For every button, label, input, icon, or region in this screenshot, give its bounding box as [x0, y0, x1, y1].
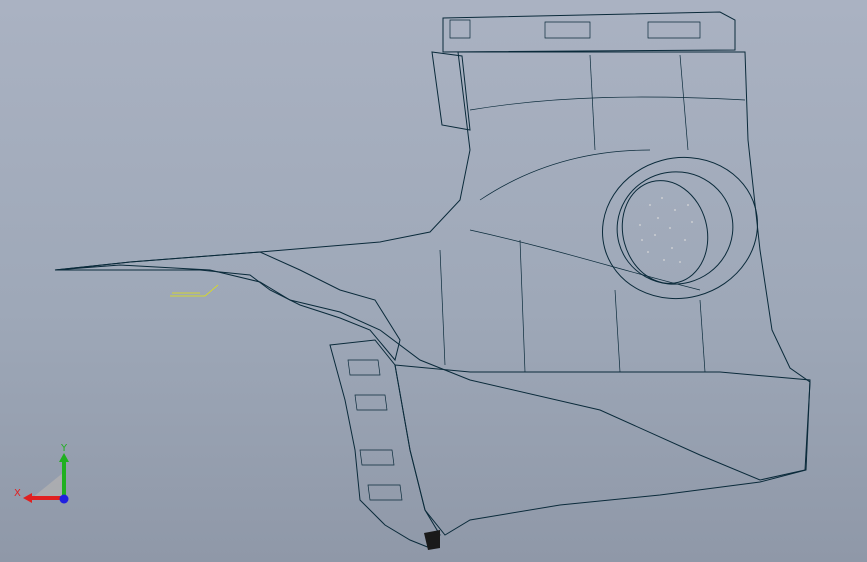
z-axis-dot-icon [59, 494, 69, 504]
car-interior-trim-model[interactable] [0, 0, 867, 562]
vent-bezel-outer[interactable] [587, 140, 774, 316]
top-ledge[interactable] [442, 11, 736, 53]
patch-line-5 [439, 249, 446, 366]
x-axis-arrow-icon [23, 493, 32, 503]
rib-4 [367, 484, 403, 501]
yellow-annotation [170, 284, 219, 297]
rib-2 [354, 394, 388, 411]
cad-3d-viewport[interactable]: Y X [0, 0, 867, 562]
top-ledge-tab-2 [647, 21, 701, 39]
patch-line-3 [679, 54, 689, 151]
x-axis-label: X [14, 488, 21, 499]
lower-front-panel[interactable] [394, 364, 811, 536]
patch-line-6 [519, 239, 526, 373]
upper-side-flange[interactable] [431, 51, 471, 131]
triad-plane-shade [32, 472, 64, 498]
y-axis-arrow-icon [59, 453, 69, 462]
patch-line-4 [469, 229, 701, 291]
patch-line-7 [614, 289, 621, 373]
arm-underside-band[interactable] [54, 251, 401, 362]
top-ledge-tab-1 [544, 21, 591, 39]
lower-ribbed-edge[interactable] [329, 339, 441, 549]
vent-grille-dots [639, 197, 693, 263]
patch-line-8 [699, 299, 706, 373]
patch-line-9 [479, 149, 651, 201]
vent-grille[interactable] [611, 171, 719, 293]
upper-body-panel[interactable] [54, 51, 811, 481]
y-axis-label: Y [60, 443, 68, 454]
rib-1 [347, 359, 381, 376]
patch-line-2 [589, 54, 596, 151]
rib-3 [359, 449, 395, 466]
top-ledge-tab-3 [449, 19, 471, 39]
patch-line-1 [469, 96, 746, 111]
coordinate-triad: Y X [10, 438, 80, 510]
